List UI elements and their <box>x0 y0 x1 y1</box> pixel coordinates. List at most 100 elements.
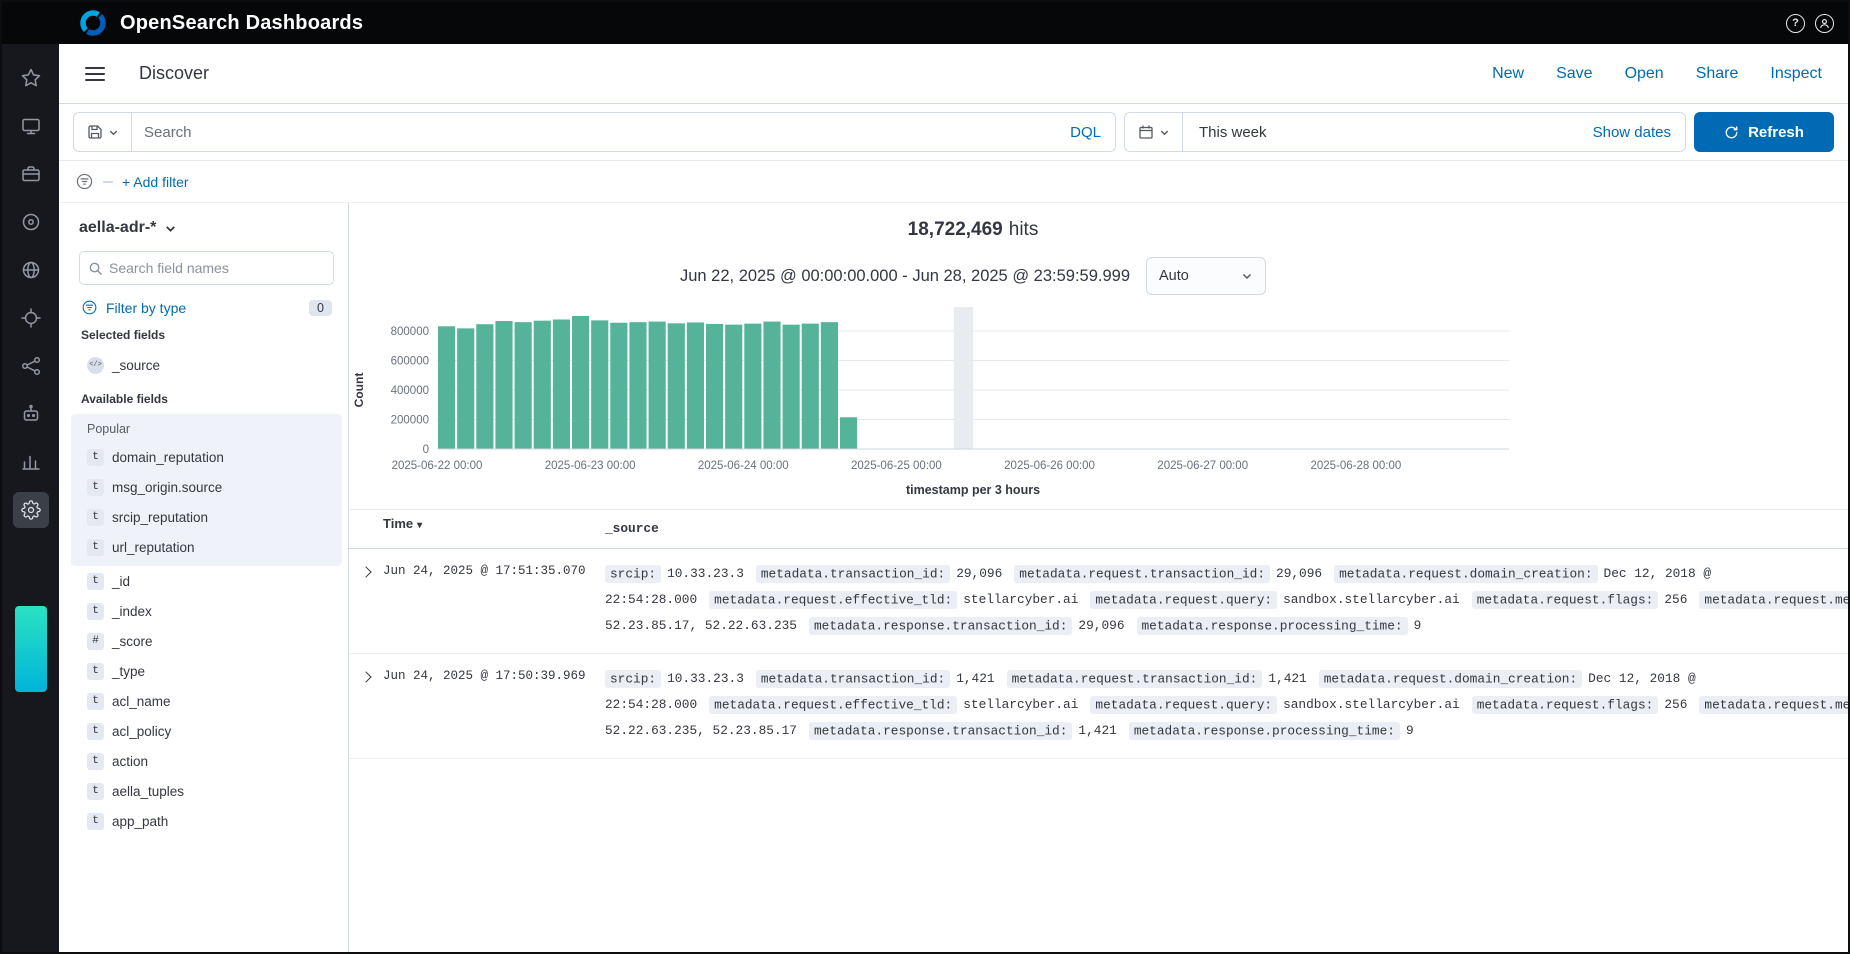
open-button[interactable]: Open <box>1625 65 1664 83</box>
search-input[interactable] <box>132 113 1056 151</box>
histogram-bar[interactable] <box>534 321 551 449</box>
inspect-button[interactable]: Inspect <box>1770 65 1822 83</box>
sort-descending-icon[interactable]: ▾ <box>417 520 422 531</box>
source-field-value: 1,421 <box>1078 723 1116 738</box>
string-type-icon: t <box>87 573 104 590</box>
field-item-aella_tuples[interactable]: taella_tuples <box>79 776 334 806</box>
field-item-acl_name[interactable]: tacl_name <box>79 686 334 716</box>
histogram-bar[interactable] <box>629 322 646 449</box>
histogram-bar[interactable] <box>706 324 723 449</box>
histogram-bar[interactable] <box>763 322 780 449</box>
source-field-name: metadata.request.message_type: <box>1699 696 1848 714</box>
help-icon[interactable]: ? <box>1786 14 1805 33</box>
header-actions: New Save Open Share Inspect <box>1492 65 1822 83</box>
field-name: _source <box>112 358 160 373</box>
chart-highlight-band <box>954 307 973 449</box>
field-item-acl_policy[interactable]: tacl_policy <box>79 716 334 746</box>
time-range-row: Jun 22, 2025 @ 00:00:00.000 - Jun 28, 20… <box>349 257 1597 295</box>
globe-icon[interactable] <box>13 252 49 288</box>
histogram-bar[interactable] <box>687 322 704 449</box>
briefcase-icon[interactable] <box>13 156 49 192</box>
histogram-bar[interactable] <box>515 322 532 449</box>
fields-panel: aella-adr-* Filter by type 0 Select <box>59 203 348 952</box>
results-table: Time▾ _source Jun 24, 2025 @ 17:51:35.07… <box>349 509 1848 759</box>
string-type-icon: t <box>87 723 104 740</box>
available-field-list: t_idt_index#_scoret_typetacl_nametacl_po… <box>79 566 334 836</box>
field-item-url_reputation[interactable]: turl_reputation <box>79 532 334 562</box>
histogram-bar[interactable] <box>591 320 608 449</box>
histogram-bar[interactable] <box>744 324 761 449</box>
add-filter-button[interactable]: + Add filter <box>122 174 189 190</box>
hits-summary: 18,722,469hits <box>349 219 1597 241</box>
bot-icon[interactable] <box>13 396 49 432</box>
histogram-bar[interactable] <box>610 323 627 449</box>
time-column-header[interactable]: Time <box>383 516 413 531</box>
filter-divider <box>103 181 113 183</box>
chevron-down-icon <box>1159 127 1170 138</box>
calendar-menu-button[interactable] <box>1125 113 1183 151</box>
show-dates-button[interactable]: Show dates <box>1579 124 1685 141</box>
field-item-msg_origin.source[interactable]: tmsg_origin.source <box>79 472 334 502</box>
histogram-chart: Count 02000004000006000008000002025-06-2… <box>349 301 1819 479</box>
chevron-down-icon <box>1241 270 1253 282</box>
filter-icon[interactable] <box>75 172 94 191</box>
histogram-bar[interactable] <box>572 316 589 449</box>
save-button[interactable]: Save <box>1556 65 1592 83</box>
x-axis-tick: 2025-06-25 00:00 <box>851 460 942 472</box>
histogram-bar[interactable] <box>725 325 742 449</box>
menu-icon[interactable] <box>85 67 105 81</box>
histogram-bar[interactable] <box>457 328 474 449</box>
document-row: Jun 24, 2025 @ 17:51:35.070srcip:10.33.2… <box>349 549 1848 654</box>
field-item-action[interactable]: taction <box>79 746 334 776</box>
time-range-value[interactable]: This week <box>1183 124 1283 141</box>
brand-title: OpenSearch Dashboards <box>120 12 363 35</box>
histogram-bar[interactable] <box>802 324 819 449</box>
share-button[interactable]: Share <box>1696 65 1739 83</box>
account-icon[interactable] <box>1815 14 1834 33</box>
field-item-app_path[interactable]: tapp_path <box>79 806 334 836</box>
histogram-bar[interactable] <box>553 319 570 449</box>
y-axis-tick: 600000 <box>391 356 429 368</box>
source-field-name: metadata.response.transaction_id: <box>809 722 1072 740</box>
expand-row-icon[interactable] <box>360 566 371 577</box>
expand-row-icon[interactable] <box>360 671 371 682</box>
field-item-_id[interactable]: t_id <box>79 566 334 596</box>
field-item-domain_reputation[interactable]: tdomain_reputation <box>79 442 334 472</box>
bar-chart-icon[interactable] <box>13 444 49 480</box>
gear-icon[interactable] <box>13 492 49 528</box>
source-field-name: srcip: <box>605 670 661 688</box>
filter-by-type-button[interactable]: Filter by type 0 <box>81 299 332 316</box>
star-icon[interactable] <box>13 60 49 96</box>
histogram-bar[interactable] <box>783 325 800 449</box>
stellar-cyber-logo[interactable] <box>15 606 47 692</box>
query-language-button[interactable]: DQL <box>1056 113 1115 151</box>
index-pattern-selector[interactable]: aella-adr-* <box>79 219 334 237</box>
source-field-name: metadata.request.query: <box>1090 591 1277 609</box>
field-item-_score[interactable]: #_score <box>79 626 334 656</box>
monitor-icon[interactable] <box>13 108 49 144</box>
field-search-input[interactable] <box>109 260 325 276</box>
string-type-icon: t <box>87 509 104 526</box>
histogram-bar[interactable] <box>649 322 666 449</box>
page-title: Discover <box>139 63 209 84</box>
interval-select[interactable]: Auto <box>1146 257 1266 295</box>
source-field-name: metadata.request.effective_tld: <box>709 591 957 609</box>
refresh-button[interactable]: Refresh <box>1694 112 1834 152</box>
field-item-_type[interactable]: t_type <box>79 656 334 686</box>
network-icon[interactable] <box>13 348 49 384</box>
disc-icon[interactable] <box>13 204 49 240</box>
histogram-bar[interactable] <box>668 323 685 449</box>
y-axis-tick: 200000 <box>391 415 429 427</box>
crosshair-icon[interactable] <box>13 300 49 336</box>
field-item-srcip_reputation[interactable]: tsrcip_reputation <box>79 502 334 532</box>
new-button[interactable]: New <box>1492 65 1524 83</box>
histogram-bar[interactable] <box>495 321 512 449</box>
histogram-bar[interactable] <box>840 417 857 449</box>
filter-icon <box>81 299 98 316</box>
histogram-bar[interactable] <box>438 326 455 449</box>
histogram-bar[interactable] <box>821 322 838 449</box>
histogram-bar[interactable] <box>476 324 493 449</box>
field-item-_source[interactable]: </> _source <box>79 350 334 380</box>
field-item-_index[interactable]: t_index <box>79 596 334 626</box>
saved-query-menu-button[interactable] <box>74 113 132 151</box>
